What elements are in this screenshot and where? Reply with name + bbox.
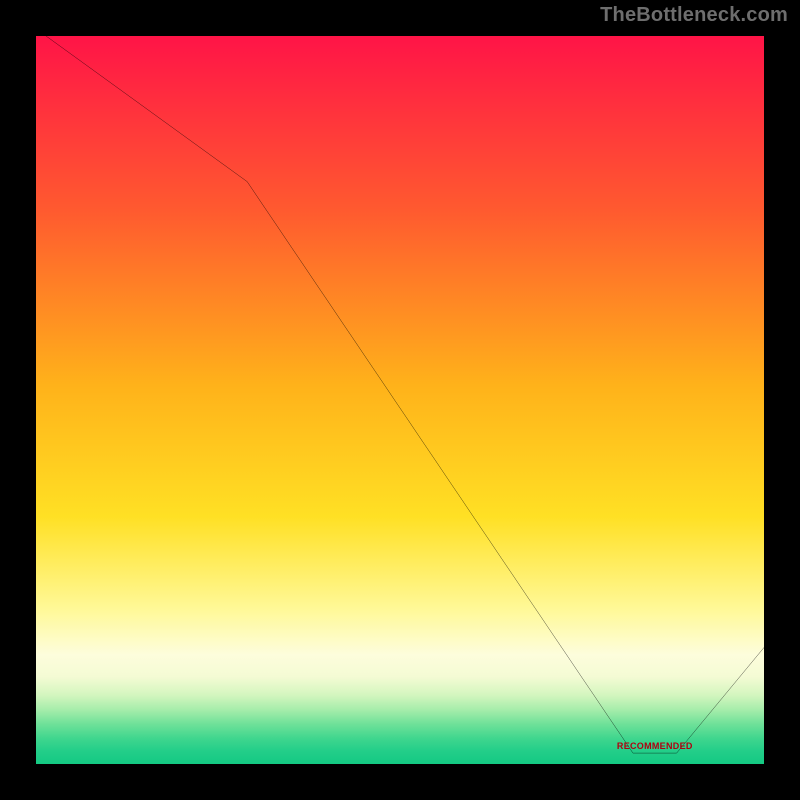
plot-frame: RECOMMENDED bbox=[30, 30, 770, 770]
valley-label: RECOMMENDED bbox=[617, 741, 693, 751]
chart-stage: TheBottleneck.com RECOMMENDED bbox=[0, 0, 800, 800]
bottleneck-curve bbox=[36, 36, 764, 764]
watermark-text: TheBottleneck.com bbox=[600, 4, 788, 27]
